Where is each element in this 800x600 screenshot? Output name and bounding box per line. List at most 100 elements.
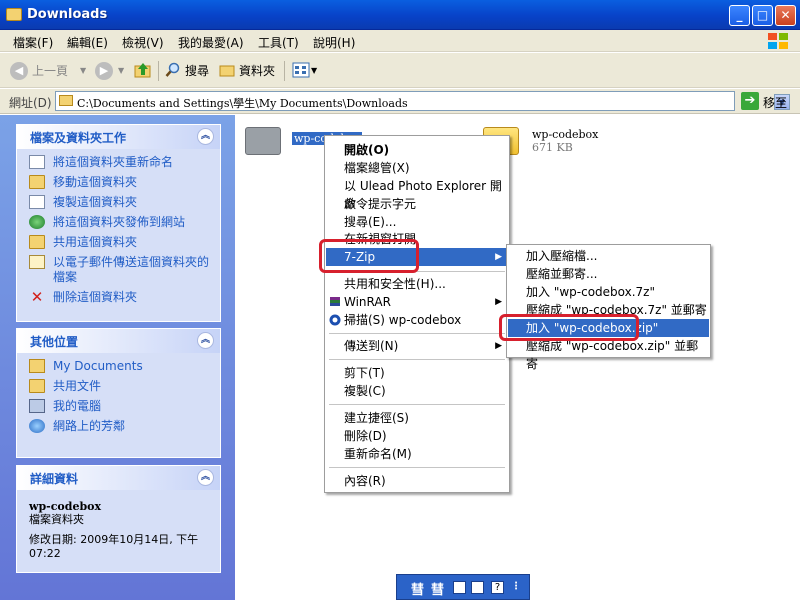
highlight-add-zip (499, 314, 639, 341)
address-path: C:\Documents and Settings\學生\My Document… (77, 97, 408, 110)
place-my-documents[interactable]: My Documents (29, 359, 220, 374)
menu-properties[interactable]: 內容(R) (326, 472, 508, 490)
task-pane: 檔案及資料夾工作 ︽ 將這個資料夾重新命名 移動這個資料夾 複製這個資料夾 將這… (0, 115, 235, 600)
menu-search[interactable]: 搜尋(E)... (326, 213, 508, 231)
maximize-button[interactable]: □ (752, 5, 773, 26)
context-menu: 開啟(O) 檔案總管(X) 以 Ulead Photo Explorer 開啟 … (324, 135, 510, 493)
menu-bar: 檔案(F) 編輯(E) 檢視(V) 我的最愛(A) 工具(T) 說明(H) (0, 30, 800, 52)
ime-options-icon[interactable]: ⋮ (511, 581, 521, 592)
windows-logo-icon (768, 33, 788, 49)
search-button[interactable]: 搜尋 (185, 62, 209, 79)
details-panel: 詳細資料 ︽ wp-codebox 檔案資料夾 修改日期: 2009年10月14… (16, 465, 221, 573)
menu-share[interactable]: 共用和安全性(H)... (326, 275, 508, 293)
back-arrow-icon[interactable]: ◀ (10, 62, 28, 80)
menu-scan[interactable]: 掃描(S) wp-codebox (326, 311, 508, 329)
go-button[interactable]: 移至 (763, 94, 787, 111)
ime-toolbar: 彗 彗 ? ⋮ (396, 574, 530, 600)
up-folder-icon[interactable] (134, 61, 152, 79)
menu-send-to-label: 傳送到(N) (344, 339, 399, 353)
menu-view[interactable]: 檢視(V) (122, 34, 164, 51)
menu-tools[interactable]: 工具(T) (258, 34, 299, 51)
views-icon[interactable] (292, 62, 310, 78)
folder-icon[interactable] (245, 127, 281, 155)
folders-icon (219, 65, 235, 77)
task-publish-folder[interactable]: 將這個資料夾發佈到網站 (29, 215, 220, 230)
task-delete-folder[interactable]: ✕ 刪除這個資料夾 (29, 290, 220, 305)
place-shared-documents[interactable]: 共用文件 (29, 379, 220, 394)
task-rename-folder[interactable]: 將這個資料夾重新命名 (29, 155, 220, 170)
collapse-chevron-icon[interactable]: ︽ (197, 332, 214, 349)
submenu-compress-email[interactable]: 壓縮並郵寄... (508, 265, 709, 283)
file-size: 671 KB (532, 141, 573, 154)
details-header[interactable]: 詳細資料 ︽ (17, 466, 220, 490)
submenu-arrow-icon: ▶ (495, 252, 502, 262)
back-dropdown-icon[interactable]: ▼ (80, 66, 86, 75)
address-label: 網址(D) (9, 96, 52, 110)
file-tasks-title: 檔案及資料夾工作 (30, 131, 127, 145)
menu-explore[interactable]: 檔案總管(X) (326, 159, 508, 177)
computer-icon (29, 399, 45, 413)
place-my-computer[interactable]: 我的電腦 (29, 399, 220, 414)
window-title: Downloads (27, 7, 108, 22)
menu-create-shortcut[interactable]: 建立捷徑(S) (326, 409, 508, 427)
menu-favorites[interactable]: 我的最愛(A) (178, 34, 244, 51)
ime-input-method[interactable]: 彗 (431, 579, 444, 598)
menu-ulead[interactable]: 以 Ulead Photo Explorer 開啟 (326, 177, 508, 211)
place-network[interactable]: 網路上的芳鄰 (29, 419, 220, 434)
views-dropdown-icon[interactable]: ▼ (311, 66, 317, 75)
submenu-add-7z[interactable]: 加入 "wp-codebox.7z" (508, 283, 709, 301)
shared-documents-icon (29, 379, 45, 393)
delete-icon: ✕ (30, 288, 44, 306)
menu-send-to[interactable]: 傳送到(N) ▶ (326, 337, 508, 355)
address-bar: 網址(D) C:\Documents and Settings\學生\My Do… (0, 89, 800, 114)
close-button[interactable]: ✕ (775, 5, 796, 26)
file-name[interactable]: wp-codebox (532, 128, 598, 141)
menu-rename[interactable]: 重新命名(M) (326, 445, 508, 463)
menu-cmd[interactable]: 命令提示字元 (326, 195, 508, 213)
antivirus-icon (329, 314, 341, 326)
minimize-button[interactable]: _ (729, 5, 750, 26)
menu-copy[interactable]: 複製(C) (326, 382, 508, 400)
forward-arrow-icon[interactable]: ▶ (95, 62, 113, 80)
task-share-folder[interactable]: 共用這個資料夾 (29, 235, 220, 250)
other-places-panel: 其他位置 ︽ My Documents 共用文件 我的電腦 網路上的芳鄰 (16, 328, 221, 458)
folder-icon (6, 8, 22, 21)
other-places-title: 其他位置 (30, 335, 79, 349)
ime-fullwidth-icon[interactable] (453, 581, 466, 594)
menu-file[interactable]: 檔案(F) (13, 34, 53, 51)
network-icon (29, 419, 45, 433)
forward-dropdown-icon[interactable]: ▼ (118, 66, 124, 75)
menu-winrar-label: WinRAR (344, 295, 391, 309)
move-icon (29, 175, 45, 189)
other-places-header[interactable]: 其他位置 ︽ (17, 329, 220, 353)
toolbar: ◀ 上一頁 ▼ ▶ ▼ 搜尋 資料夾 ▼ (0, 53, 800, 88)
menu-delete[interactable]: 刪除(D) (326, 427, 508, 445)
title-bar: Downloads _ □ ✕ (0, 0, 800, 30)
menu-scan-label: 掃描(S) wp-codebox (344, 313, 462, 327)
task-move-folder[interactable]: 移動這個資料夾 (29, 175, 220, 190)
collapse-chevron-icon[interactable]: ︽ (197, 128, 214, 145)
folders-button[interactable]: 資料夾 (239, 62, 275, 79)
menu-cut[interactable]: 剪下(T) (326, 364, 508, 382)
winrar-icon (330, 297, 340, 306)
my-documents-icon (29, 359, 45, 373)
task-email-folder[interactable]: 以電子郵件傳送這個資料夾的檔案 (29, 255, 220, 285)
rename-icon (29, 155, 45, 169)
go-arrow-icon[interactable]: ➔ (741, 92, 759, 110)
back-button[interactable]: 上一頁 (32, 62, 68, 79)
menu-open[interactable]: 開啟(O) (326, 141, 508, 159)
menu-winrar[interactable]: WinRAR ▶ (326, 293, 508, 311)
menu-help[interactable]: 說明(H) (313, 34, 355, 51)
ime-keyboard-icon[interactable] (471, 581, 484, 594)
copy-icon (29, 195, 45, 209)
submenu-add-archive[interactable]: 加入壓縮檔... (508, 247, 709, 265)
menu-edit[interactable]: 編輯(E) (67, 34, 108, 51)
detail-modified: 修改日期: 2009年10月14日, 下午 07:22 (29, 533, 199, 560)
share-folder-icon (29, 235, 45, 249)
ime-help-icon[interactable]: ? (491, 581, 504, 594)
task-copy-folder[interactable]: 複製這個資料夾 (29, 195, 220, 210)
file-tasks-header[interactable]: 檔案及資料夾工作 ︽ (17, 125, 220, 149)
address-input[interactable]: C:\Documents and Settings\學生\My Document… (55, 91, 790, 111)
ime-input-mode[interactable]: 彗 (411, 579, 424, 598)
collapse-chevron-icon[interactable]: ︽ (197, 469, 214, 486)
